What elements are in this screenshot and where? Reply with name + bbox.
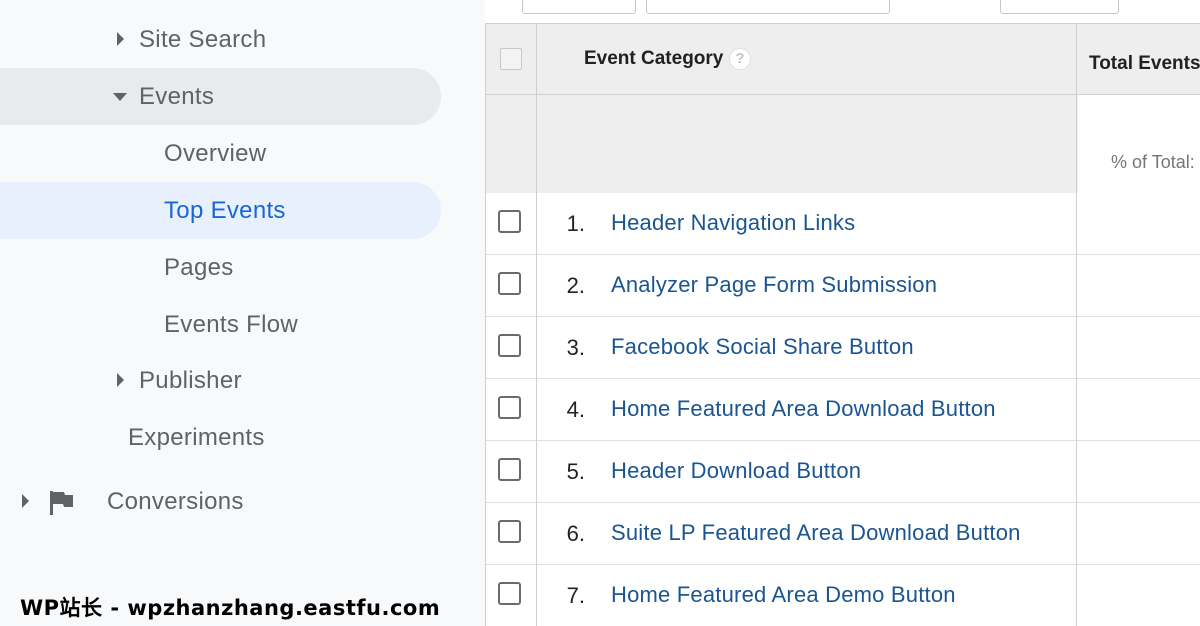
row-checkbox[interactable] — [498, 582, 521, 605]
row-checkbox[interactable] — [498, 520, 521, 543]
sidebar-item-label: Top Events — [164, 196, 286, 224]
row-number: 4. — [566, 397, 585, 422]
event-category-link[interactable]: Home Featured Area Demo Button — [611, 582, 956, 608]
triangle-right-icon — [117, 373, 124, 387]
toolbar-control[interactable] — [522, 0, 636, 14]
event-category-link[interactable]: Home Featured Area Download Button — [611, 396, 996, 422]
row-checkbox[interactable] — [498, 272, 521, 295]
table-row: 1. Header Navigation Links — [485, 193, 1200, 255]
sidebar-item-label: Pages — [164, 253, 234, 281]
table-row: 3. Facebook Social Share Button — [485, 317, 1200, 379]
watermark: WP站长 - wpzhanzhang.eastfu.com — [20, 596, 441, 620]
event-category-link[interactable]: Suite LP Featured Area Download Button — [611, 520, 1021, 546]
row-checkbox[interactable] — [498, 396, 521, 419]
row-checkbox[interactable] — [498, 458, 521, 481]
event-category-link[interactable]: Header Navigation Links — [611, 210, 855, 236]
sidebar: Site Search Events Overview Top Events P… — [0, 0, 485, 626]
event-category-link[interactable]: Header Download Button — [611, 458, 861, 484]
event-category-link[interactable]: Analyzer Page Form Submission — [611, 272, 937, 298]
table-row: 4. Home Featured Area Download Button — [485, 379, 1200, 441]
row-checkbox[interactable] — [498, 210, 521, 233]
select-all-checkbox[interactable] — [500, 48, 522, 70]
column-header-total-events[interactable]: Total Events — [1089, 53, 1200, 75]
events-table: Event Category ? Total Events % of Total… — [485, 23, 1200, 626]
table-row: 7. Home Featured Area Demo Button — [485, 565, 1200, 626]
toolbar-control[interactable] — [646, 0, 890, 14]
triangle-right-icon — [22, 494, 29, 508]
row-number: 1. — [566, 211, 585, 236]
sidebar-item-label: Site Search — [139, 25, 267, 53]
help-icon[interactable]: ? — [729, 48, 751, 70]
table-header: Event Category ? Total Events % of Total… — [485, 23, 1200, 194]
event-category-link[interactable]: Facebook Social Share Button — [611, 334, 914, 360]
row-number: 7. — [566, 583, 585, 608]
sidebar-item-label: Publisher — [139, 366, 242, 394]
row-checkbox[interactable] — [498, 334, 521, 357]
sidebar-item-label: Overview — [164, 139, 267, 167]
triangle-right-icon — [117, 32, 124, 46]
percent-of-total-label: % of Total: — [1111, 152, 1195, 172]
row-number: 5. — [566, 459, 585, 484]
row-number: 2. — [566, 273, 585, 298]
sidebar-item-events[interactable]: Events — [0, 68, 441, 125]
sidebar-item-label: Events Flow — [164, 310, 299, 338]
row-number: 6. — [566, 521, 585, 546]
triangle-down-icon — [113, 93, 127, 101]
sidebar-item-label: Events — [139, 82, 215, 110]
flag-icon — [50, 491, 73, 515]
table-row: 5. Header Download Button — [485, 441, 1200, 503]
row-number: 3. — [566, 335, 585, 360]
toolbar-control[interactable] — [1000, 0, 1119, 14]
sidebar-item-top-events[interactable]: Top Events — [0, 182, 441, 239]
column-header-event-category[interactable]: Event Category — [584, 48, 723, 70]
sidebar-item-label: Conversions — [107, 487, 244, 515]
table-row: 6. Suite LP Featured Area Download Butto… — [485, 503, 1200, 565]
sidebar-item-label: Experiments — [128, 423, 265, 451]
table-row: 2. Analyzer Page Form Submission — [485, 255, 1200, 317]
